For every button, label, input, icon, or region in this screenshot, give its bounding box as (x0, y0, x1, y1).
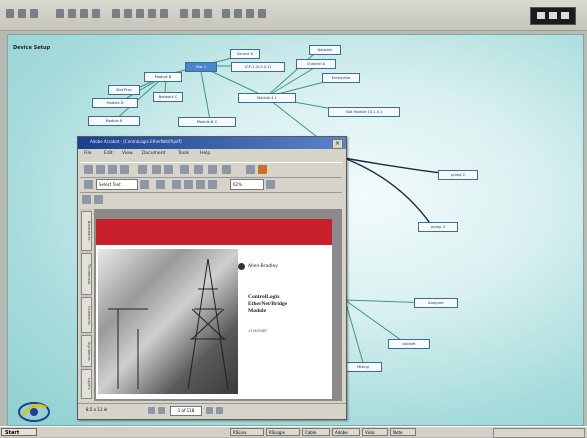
tab-signatures[interactable]: Signatures (81, 335, 92, 367)
tab-layers[interactable]: Layers (81, 369, 92, 399)
map-node[interactable]: Module 4 1 (238, 93, 296, 103)
pdf-viewer-window: Adobe Acrobat - [CentroLogix EtherNet/IP… (77, 136, 347, 420)
company-logo (18, 402, 50, 422)
map-node[interactable]: ICP-1 (0.0.0.1) (231, 62, 285, 72)
map-node[interactable]: cabinet (388, 339, 430, 349)
map-node[interactable]: Network (309, 45, 341, 55)
transmission-tower-image (108, 258, 229, 390)
window-title: Adobe Acrobat - [CentroLogix EtherNet/IP… (90, 139, 182, 144)
map-node[interactable]: Module D (92, 98, 138, 108)
highlight-icon[interactable] (222, 165, 231, 174)
taskbar-item[interactable]: Visio (362, 428, 388, 436)
map-node[interactable]: Module B C (178, 117, 236, 127)
cover-banner (96, 219, 332, 245)
menu-tools[interactable]: Tools (178, 151, 189, 156)
map-node[interactable]: Module R (88, 116, 140, 126)
taskbar-item[interactable]: Adobe (332, 428, 360, 436)
doc-title-line: EtherNet/Bridge (248, 301, 288, 307)
map-node[interactable]: Module B (144, 72, 182, 82)
menu-document[interactable]: Document (142, 151, 165, 156)
actual-size-icon[interactable] (184, 180, 193, 189)
open-icon[interactable] (84, 165, 93, 174)
next-page-icon[interactable] (206, 407, 213, 414)
zoom-out-icon[interactable] (172, 180, 181, 189)
email-icon[interactable] (120, 165, 129, 174)
viewer-toolbar (80, 162, 342, 178)
print-icon[interactable] (108, 165, 117, 174)
system-tray (493, 428, 585, 438)
tab-bookmarks[interactable]: Bookmarks (81, 211, 92, 251)
text-icon[interactable] (82, 195, 91, 204)
map-node[interactable]: Slot 1 (185, 62, 217, 72)
taskbar: Start RSLinx RSLogix Cable Adobe Visio N… (0, 426, 587, 438)
redo-icon[interactable] (164, 165, 173, 174)
document-page: Allen-Bradley ControlLogix EtherNet/Brid… (96, 219, 332, 399)
tab-comments[interactable]: Comments (81, 297, 92, 333)
zoom-dropdown-icon[interactable] (266, 180, 275, 189)
document-area[interactable]: Allen-Bradley ControlLogix EtherNet/Brid… (94, 209, 342, 401)
doc-title-line: ControlLogix (248, 294, 280, 300)
status-bar: 8.5 x 11 in 1 of 118 (78, 403, 346, 418)
select-text-tool[interactable]: Select Text (96, 179, 138, 190)
pen-icon[interactable] (258, 165, 267, 174)
taskbar-item[interactable]: Cable (302, 428, 330, 436)
last-page-icon[interactable] (216, 407, 223, 414)
prev-page-icon[interactable] (158, 407, 165, 414)
fit-width-icon[interactable] (208, 180, 217, 189)
map-node[interactable]: pump 2 (438, 170, 478, 180)
undo-icon[interactable] (152, 165, 161, 174)
zoom-field[interactable]: 62% (230, 179, 264, 190)
viewer-toolbar-3 (80, 194, 140, 206)
map-node[interactable]: Slot Module 10.1.0.1 (328, 107, 400, 117)
map-node[interactable]: Channel A (296, 59, 336, 69)
zoom-in-icon[interactable] (156, 180, 165, 189)
sign-icon[interactable] (246, 165, 255, 174)
menu-edit[interactable]: Edit (104, 151, 113, 156)
doc-subtitle: 1756-ENBT (248, 329, 268, 333)
map-node[interactable]: Slot Proc (108, 85, 140, 95)
viewer-toolbar-2: Select Text 62% (80, 178, 342, 193)
fit-page-icon[interactable] (196, 180, 205, 189)
menu-bar: File Edit View Document Tools Help (78, 150, 346, 160)
taskbar-item[interactable]: RSLogix (266, 428, 300, 436)
snapshot-icon[interactable] (140, 180, 149, 189)
navigation-pane: Bookmarks Thumbnails Comments Signatures… (80, 209, 92, 399)
menu-view[interactable]: View (122, 151, 133, 156)
doc-title-line: Module (248, 308, 267, 314)
save-icon[interactable] (96, 165, 105, 174)
map-node[interactable]: Enterprise (322, 73, 360, 83)
map-node[interactable]: Source A (230, 49, 260, 59)
taskbar-item[interactable]: Note (390, 428, 416, 436)
menu-help[interactable]: Help (200, 151, 210, 156)
comment-icon[interactable] (208, 165, 217, 174)
window-titlebar[interactable]: Adobe Acrobat - [CentroLogix EtherNet/IP… (78, 137, 346, 149)
cover-photo (98, 249, 238, 394)
page-indicator[interactable]: 1 of 118 (170, 406, 202, 416)
search-icon[interactable] (138, 165, 147, 174)
taskbar-item[interactable]: RSLinx (230, 428, 264, 436)
menu-file[interactable]: File (84, 151, 92, 156)
hand-icon[interactable] (84, 180, 93, 189)
map-node[interactable]: Analyzer (414, 298, 458, 308)
rotate-icon[interactable] (180, 165, 189, 174)
close-button[interactable]: × (332, 139, 343, 149)
doc-title: ControlLogix EtherNet/Bridge Module (248, 294, 287, 315)
doc-brand: Allen-Bradley (248, 264, 278, 269)
start-button[interactable]: Start (1, 428, 37, 436)
map-node[interactable]: pump 3 (418, 222, 458, 232)
map-node[interactable]: Network C (153, 92, 183, 102)
page-size: 8.5 x 11 in (86, 407, 108, 412)
map-node[interactable]: Mixing (344, 362, 382, 372)
brand-logo-icon (238, 263, 245, 270)
column-icon[interactable] (94, 195, 103, 204)
tab-thumbnails[interactable]: Thumbnails (81, 253, 92, 295)
first-page-icon[interactable] (148, 407, 155, 414)
page-icon[interactable] (194, 165, 203, 174)
